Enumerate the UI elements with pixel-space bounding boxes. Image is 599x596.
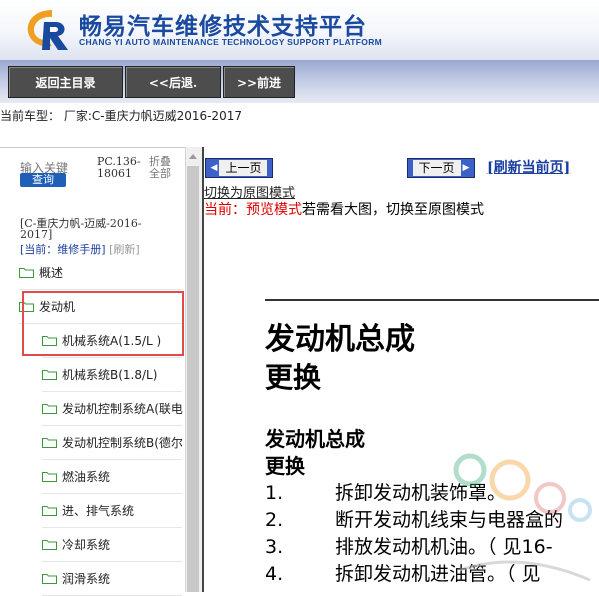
app-title: 畅易汽车维修技术支持平台 xyxy=(79,14,367,40)
fold-all-link[interactable]: 折叠全部 xyxy=(149,156,179,180)
step-number: 3. xyxy=(265,536,284,558)
tree-item[interactable]: 润滑系统 xyxy=(42,568,110,588)
tree-item[interactable]: 发动机控制系统A(联电 xyxy=(42,398,183,418)
doc-title-2: 更换 xyxy=(265,361,322,394)
tree-separator xyxy=(19,289,182,290)
tree-item[interactable]: 进、排气系统 xyxy=(42,500,134,520)
tree-item-label: 发动机控制系统A(联电 xyxy=(62,401,183,416)
query-button[interactable]: 查询 xyxy=(20,173,66,187)
doc-section-2: 更换 xyxy=(265,454,305,478)
tree-separator xyxy=(42,561,182,562)
sidebar-refresh-link[interactable]: [刷新] xyxy=(109,243,140,256)
step-number: 4. xyxy=(265,563,284,585)
tree-item-label: 润滑系统 xyxy=(62,571,111,586)
watermark-icon xyxy=(453,453,592,582)
model-label: [C-重庆力帆-迈威-2016-2017] xyxy=(20,217,142,241)
prev-page-button[interactable]: ◀ 上一页 xyxy=(205,158,273,178)
current-manual-label: [当前：维修手册] xyxy=(20,243,106,256)
home-button[interactable]: 返回主目录 xyxy=(8,66,123,98)
next-page-button[interactable]: 下一页 ▶ xyxy=(407,158,475,178)
tree-separator xyxy=(42,527,182,528)
pc-code: PC.136-18061 xyxy=(97,155,141,180)
current-car-model: 当前车型： 厂家:C-重庆力帆迈威2016-2017 xyxy=(0,109,242,123)
mode-line: 当前：预览模式若需看大图，切换至原图模式 xyxy=(204,199,484,219)
tree-separator xyxy=(42,425,182,426)
tree-separator xyxy=(42,391,182,392)
tree-item[interactable]: 发动机控制系统B(德尔 xyxy=(42,432,183,452)
scrollbar-thumb[interactable] xyxy=(187,166,199,592)
selection-highlight xyxy=(22,291,184,356)
folder-icon xyxy=(42,573,57,584)
refresh-page-link[interactable]: [刷新当前页] xyxy=(487,157,570,177)
folder-icon xyxy=(42,403,57,414)
doc-section: 发动机总成 xyxy=(265,427,365,451)
tree-item-label: 冷却系统 xyxy=(62,537,111,552)
tree-separator xyxy=(42,357,182,358)
triangle-left-icon: ◀ xyxy=(210,163,218,173)
folder-icon xyxy=(42,505,57,516)
step-number: 2. xyxy=(265,509,284,531)
tree-item-label: 进、排气系统 xyxy=(62,503,135,518)
back-button[interactable]: <<后退. xyxy=(125,66,221,98)
cy-logo-icon xyxy=(27,10,68,50)
nav-bar: 返回主目录 <<后退. >>前进 xyxy=(0,60,599,103)
header: 畅易汽车维修技术支持平台 CHANG YI AUTO MAINTENANCE T… xyxy=(0,0,599,60)
folder-icon xyxy=(42,369,57,380)
tree-item[interactable]: 燃油系统 xyxy=(42,466,110,486)
tree-item-label: 概述 xyxy=(39,265,64,280)
doc-rule xyxy=(265,299,599,301)
triangle-right-icon: ▶ xyxy=(462,163,470,173)
prev-page-label: 上一页 xyxy=(219,160,268,176)
folder-icon xyxy=(42,437,57,448)
step-number: 1. xyxy=(265,482,284,504)
tree-item[interactable]: 概述 xyxy=(19,262,63,282)
folder-icon xyxy=(42,471,57,482)
mode-prefix: 当前：预览模式 xyxy=(204,202,302,218)
folder-icon xyxy=(42,539,57,550)
tree-item-label: 机械系统B(1.8/L) xyxy=(62,367,158,382)
doc-title: 发动机总成 xyxy=(265,322,415,357)
tree-item[interactable]: 冷却系统 xyxy=(42,534,110,554)
tree-item-label: 燃油系统 xyxy=(62,469,111,484)
current-manual: [当前：维修手册] [刷新] xyxy=(20,241,140,257)
forward-button[interactable]: >>前进 xyxy=(223,66,295,98)
mode-suffix: 若需看大图，切换至原图模式 xyxy=(302,202,484,218)
tree-item[interactable]: 机械系统B(1.8/L) xyxy=(42,364,157,384)
tree-separator xyxy=(42,459,182,460)
tree-item-label: 发动机控制系统B(德尔 xyxy=(62,435,183,450)
tree-separator xyxy=(42,493,182,494)
scroll-up-icon[interactable] xyxy=(189,154,197,159)
app-subtitle: CHANG YI AUTO MAINTENANCE TECHNOLOGY SUP… xyxy=(79,37,383,47)
next-page-label: 下一页 xyxy=(412,160,461,176)
folder-icon xyxy=(19,267,34,278)
